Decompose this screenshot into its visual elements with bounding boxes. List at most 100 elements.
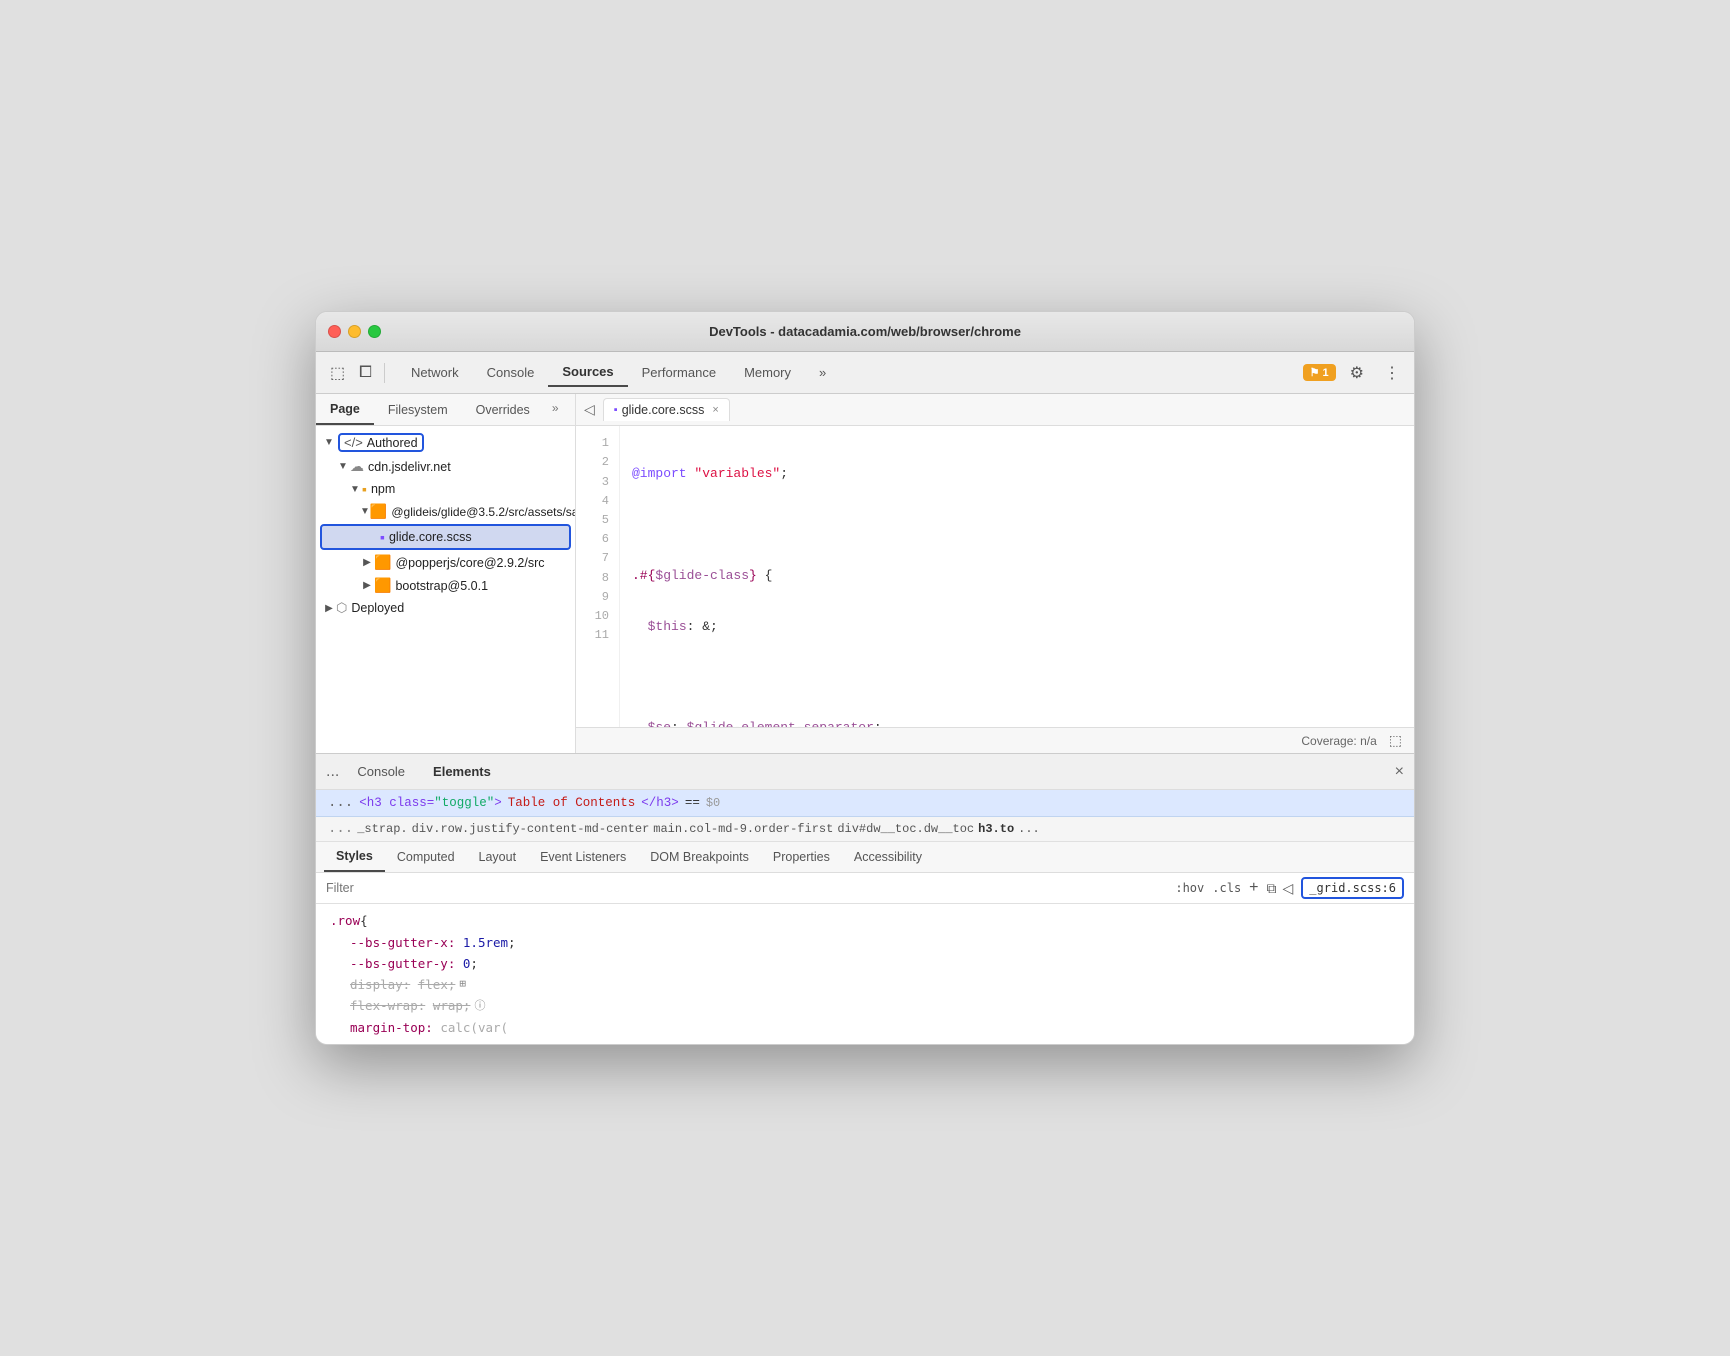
breadcrumb-item-5[interactable]: ... — [1018, 822, 1040, 836]
dom-content: Table of Contents — [508, 796, 636, 810]
tab-network[interactable]: Network — [397, 358, 473, 387]
sidebar-more-button[interactable]: » — [544, 394, 567, 425]
sidebar-tab-filesystem[interactable]: Filesystem — [374, 394, 462, 425]
css-selector-line: .row { — [330, 910, 1400, 931]
hov-button[interactable]: :hov — [1175, 881, 1204, 895]
breadcrumb-item-4[interactable]: h3.to — [978, 822, 1014, 836]
code-content: 1 2 3 4 5 6 7 8 9 10 11 @import "variabl… — [576, 426, 1414, 727]
notification-badge[interactable]: ⚑ 1 — [1303, 364, 1336, 381]
code-line-2 — [632, 515, 1402, 536]
sidebar-dots-button[interactable]: ⋮ — [567, 394, 577, 425]
bootstrap-label: bootstrap@5.0.1 — [395, 579, 488, 593]
npm-node[interactable]: ▼ ▪ npm — [316, 478, 575, 500]
code-line-5 — [632, 667, 1402, 688]
inspect-icon[interactable]: ⬚ — [324, 359, 351, 387]
css-prop-1: --bs-gutter-x: — [330, 932, 455, 953]
dom-tag-close: </h3> — [641, 796, 679, 810]
settings-button[interactable]: ⚙ — [1344, 359, 1370, 387]
deployed-arrow: ▶ — [322, 603, 336, 614]
devtools-toolbar: ⬚ ⧠ Network Console Sources Performance … — [316, 352, 1414, 394]
menu-button[interactable]: ⋮ — [1378, 359, 1406, 387]
bottom-dots-button[interactable]: ... — [326, 763, 339, 781]
css-prop-2: --bs-gutter-y: — [330, 953, 455, 974]
filter-icons: ⧉ ◁ — [1267, 880, 1294, 897]
authored-node[interactable]: ▼ </> Authored — [316, 430, 575, 455]
code-tab-label: glide.core.scss — [622, 403, 705, 417]
line-num-11: 11 — [576, 626, 619, 645]
css-prop-4: flex-wrap: — [330, 995, 425, 1016]
popperjs-folder-icon: 🟧 — [374, 554, 391, 571]
styles-panel: Styles Computed Layout Event Listeners D… — [316, 842, 1414, 1044]
tab-close-button[interactable]: × — [712, 404, 718, 416]
breadcrumb-item-0[interactable]: _strap. — [357, 822, 407, 836]
more-tabs-button[interactable]: » — [805, 358, 840, 387]
breadcrumb-item-1[interactable]: div.row.justify-content-md-center — [412, 822, 650, 836]
line-num-9: 9 — [576, 588, 619, 607]
copy-icon[interactable]: ⧉ — [1267, 880, 1277, 897]
coverage-icon: ⬚ — [1389, 732, 1402, 749]
styles-tab-styles[interactable]: Styles — [324, 842, 385, 872]
info-icon[interactable]: ⓘ — [474, 997, 485, 1016]
deployed-node[interactable]: ▶ ⬡ Deployed — [316, 597, 575, 619]
code-tab-glide[interactable]: ▪ glide.core.scss × — [603, 398, 730, 421]
css-selector: .row — [330, 910, 360, 931]
window-controls — [328, 325, 381, 338]
tab-console[interactable]: Console — [473, 358, 549, 387]
css-val-5: calc(var( — [440, 1017, 508, 1038]
line-num-7: 7 — [576, 549, 619, 568]
code-lines: @import "variables"; .#{$glide-class} { … — [620, 426, 1414, 727]
css-val-1: 1.5rem — [463, 932, 508, 953]
deployed-label: Deployed — [351, 601, 404, 615]
npm-label: npm — [371, 482, 395, 496]
nav-icon[interactable]: ◁ — [1283, 880, 1294, 897]
maximize-button[interactable] — [368, 325, 381, 338]
cdn-node[interactable]: ▼ ☁ cdn.jsdelivr.net — [316, 455, 575, 478]
minimize-button[interactable] — [348, 325, 361, 338]
css-prop-3: display: — [330, 974, 410, 995]
line-num-8: 8 — [576, 569, 619, 588]
breadcrumb-item-3[interactable]: div#dw__toc.dw__toc — [837, 822, 974, 836]
code-line-3: .#{$glide-class} { — [632, 566, 1402, 587]
bootstrap-node[interactable]: ▶ 🟧 bootstrap@5.0.1 — [316, 574, 575, 597]
styles-tab-event-listeners[interactable]: Event Listeners — [528, 842, 638, 872]
css-val-2: 0 — [463, 953, 471, 974]
styles-tab-accessibility[interactable]: Accessibility — [842, 842, 934, 872]
sidebar-tab-overrides[interactable]: Overrides — [462, 394, 544, 425]
line-num-6: 6 — [576, 530, 619, 549]
cls-button[interactable]: .cls — [1212, 881, 1241, 895]
code-line-1: @import "variables"; — [632, 464, 1402, 485]
glide-file-node[interactable]: ▪ glide.core.scss — [320, 524, 571, 550]
device-icon[interactable]: ⧠ — [353, 360, 378, 386]
bottom-tab-console[interactable]: Console — [347, 760, 415, 783]
bootstrap-arrow: ▶ — [360, 580, 374, 591]
add-style-button[interactable]: + — [1249, 879, 1258, 897]
tab-sources[interactable]: Sources — [548, 358, 627, 387]
dom-current: $0 — [706, 796, 720, 810]
dom-selected-bar: ... <h3 class="toggle"> Table of Content… — [316, 790, 1414, 817]
breadcrumb-item-2[interactable]: main.col-md-9.order-first — [653, 822, 833, 836]
styles-tab-dom-breakpoints[interactable]: DOM Breakpoints — [638, 842, 761, 872]
sources-panel: Page Filesystem Overrides » ⋮ ▼ </> Auth… — [316, 394, 1414, 754]
styles-tab-properties[interactable]: Properties — [761, 842, 842, 872]
glideis-node[interactable]: ▼ 🟧 @glideis/glide@3.5.2/src/assets/sass — [316, 500, 575, 523]
deploy-icon: ⬡ — [336, 600, 347, 616]
cloud-icon: ☁ — [350, 458, 364, 475]
styles-tab-layout[interactable]: Layout — [467, 842, 529, 872]
settings-icon: ⚙ — [1350, 363, 1364, 383]
back-button[interactable]: ◁ — [584, 401, 595, 418]
glideis-folder-icon: 🟧 — [370, 503, 387, 520]
popperjs-node[interactable]: ▶ 🟧 @popperjs/core@2.9.2/src — [316, 551, 575, 574]
bottom-close-button[interactable]: × — [1395, 763, 1404, 781]
breadcrumb-dots: ... — [328, 821, 353, 837]
filter-input[interactable] — [326, 881, 1167, 895]
tab-performance[interactable]: Performance — [628, 358, 730, 387]
line-num-5: 5 — [576, 511, 619, 530]
scss-file-icon: ▪ — [380, 529, 385, 545]
sidebar-tab-page[interactable]: Page — [316, 394, 374, 425]
source-link[interactable]: _grid.scss:6 — [1301, 877, 1404, 899]
bottom-tab-elements[interactable]: Elements — [423, 760, 501, 783]
close-button[interactable] — [328, 325, 341, 338]
code-tab-bar: ◁ ▪ glide.core.scss × — [576, 394, 1414, 426]
styles-tab-computed[interactable]: Computed — [385, 842, 467, 872]
tab-memory[interactable]: Memory — [730, 358, 805, 387]
